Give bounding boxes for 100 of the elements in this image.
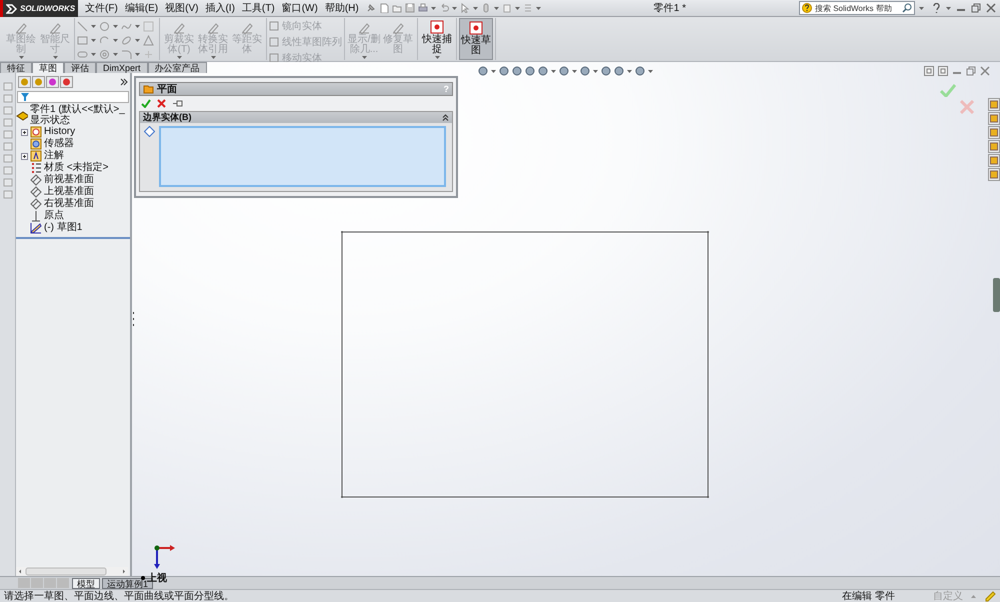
pin-icon[interactable] — [366, 3, 376, 13]
panel-title: 平面 — [157, 83, 177, 96]
tree-item[interactable]: 注解 — [44, 150, 64, 162]
caret-icon[interactable] — [135, 38, 140, 42]
tool-icon — [429, 20, 445, 34]
arc-icon[interactable] — [99, 34, 110, 46]
checkmark-icon[interactable] — [141, 99, 151, 108]
close-icon[interactable] — [986, 3, 996, 13]
tile-icon[interactable] — [938, 66, 948, 76]
caret-icon[interactable] — [648, 70, 653, 72]
tree-item[interactable]: 上视基准面 — [44, 186, 94, 198]
tile-icon[interactable] — [924, 66, 934, 76]
menu-item[interactable]: 视图(V) — [162, 1, 202, 15]
ribbon-button[interactable]: 快速捕捉 — [420, 18, 454, 60]
triangle-icon[interactable] — [143, 34, 154, 46]
tree-item[interactable]: 传感器 — [44, 138, 74, 150]
command-tab[interactable]: 特征 — [0, 62, 32, 73]
menu-item[interactable]: 工具(T) — [238, 1, 278, 15]
caret-icon[interactable] — [135, 24, 140, 28]
caret-icon[interactable] — [572, 70, 577, 72]
filter-icon[interactable] — [21, 93, 29, 101]
diamond-icon — [144, 126, 155, 137]
caret-icon[interactable] — [113, 38, 118, 42]
command-tab[interactable]: 草图 — [32, 62, 64, 73]
section-title: 边界实体(B) — [143, 111, 192, 124]
restore-icon[interactable] — [971, 3, 981, 13]
ds-logo-icon — [6, 2, 18, 14]
help-icon[interactable] — [932, 2, 941, 14]
material-icon — [30, 162, 42, 174]
origin-icon — [30, 210, 42, 222]
tree-item[interactable]: (-) 草图1 — [44, 222, 82, 234]
bullet-icon — [141, 576, 145, 580]
document-title: 零件1 * — [652, 2, 687, 15]
close-icon[interactable] — [980, 66, 990, 76]
caret-icon[interactable] — [536, 6, 541, 10]
caret-icon[interactable] — [430, 6, 436, 10]
menu-item[interactable]: 编辑(E) — [122, 1, 162, 15]
new-document-icon[interactable] — [378, 3, 389, 13]
axis-triad-icon — [152, 543, 176, 571]
tree-item[interactable]: 零件1 (默认<<默认>_显示状态 — [30, 105, 130, 126]
open-folder-icon[interactable] — [392, 3, 402, 13]
units-label: 自定义 — [933, 590, 963, 602]
restore-icon[interactable] — [966, 66, 976, 76]
tree-item[interactable]: 右视基准面 — [44, 198, 94, 210]
tree-item[interactable]: 材质 <未指定> — [44, 162, 108, 174]
ribbon-button[interactable]: 快速草图 — [459, 18, 493, 60]
annotation-folder-icon — [30, 150, 42, 162]
expand-icon[interactable] — [21, 128, 28, 136]
command-tab[interactable]: 评估 — [64, 62, 96, 73]
checkmark-icon[interactable] — [940, 84, 956, 97]
caret-icon[interactable] — [113, 24, 118, 28]
expand-icon[interactable] — [21, 152, 28, 160]
caret-icon[interactable] — [91, 24, 96, 28]
search-field[interactable]: 搜索 SolidWorks 帮助 — [799, 1, 915, 15]
menu-item[interactable]: 文件(F) — [82, 1, 121, 15]
sketch-icon — [30, 222, 42, 234]
double-chevron-icon[interactable] — [120, 78, 128, 86]
collapse-icon[interactable] — [442, 114, 449, 121]
command-tab[interactable]: DimXpert — [96, 62, 148, 73]
save-icon[interactable] — [404, 3, 415, 13]
tree-item[interactable]: 前视基准面 — [44, 174, 94, 186]
caret-icon[interactable] — [946, 6, 951, 10]
caret-icon[interactable] — [135, 52, 140, 56]
caret-icon[interactable] — [91, 52, 96, 56]
caret-icon[interactable] — [919, 6, 924, 10]
tool-icon — [468, 21, 484, 35]
rectangle-icon[interactable] — [77, 34, 88, 46]
tree-item[interactable]: History — [44, 126, 76, 138]
caret-icon[interactable] — [452, 6, 457, 10]
circle-icon[interactable] — [99, 20, 110, 32]
command-tab[interactable]: 办公室产品 — [148, 62, 207, 73]
menu-item[interactable]: 插入(I) — [202, 1, 238, 15]
status-mode: 在编辑 零件 — [842, 590, 895, 602]
logo-text: SOLIDWORKS — [20, 4, 76, 12]
undo-icon[interactable] — [438, 3, 449, 13]
caret-icon[interactable] — [472, 6, 478, 10]
menu-item[interactable]: 窗口(W) — [278, 1, 321, 15]
question-bubble-icon — [802, 3, 813, 13]
printer-icon[interactable] — [418, 3, 428, 13]
plane-icon — [30, 198, 42, 210]
caret-icon[interactable] — [91, 38, 96, 42]
close-icon[interactable] — [157, 99, 166, 108]
menu-item[interactable]: 帮助(H) — [322, 1, 362, 15]
pushpin-icon[interactable] — [172, 99, 184, 108]
caret-icon[interactable] — [514, 6, 520, 10]
caret-icon[interactable] — [593, 70, 598, 72]
sensor-folder-icon — [30, 138, 42, 150]
model-tab[interactable]: 模型 — [72, 578, 100, 588]
search-icon[interactable] — [902, 3, 912, 13]
cursor-arrow-icon[interactable] — [460, 3, 470, 13]
tree-item[interactable]: 原点 — [44, 210, 64, 222]
plane-icon — [30, 174, 42, 186]
line-icon[interactable] — [77, 20, 88, 32]
caret-icon[interactable] — [113, 52, 118, 56]
ellipse-icon[interactable] — [121, 34, 132, 46]
status-message: 请选择一草图、平面边线、平面曲线或平面分型线。 — [4, 590, 234, 602]
caret-icon[interactable] — [627, 70, 632, 72]
caret-icon[interactable] — [491, 70, 496, 72]
caret-icon[interactable] — [494, 6, 499, 10]
caret-icon[interactable] — [551, 70, 556, 72]
